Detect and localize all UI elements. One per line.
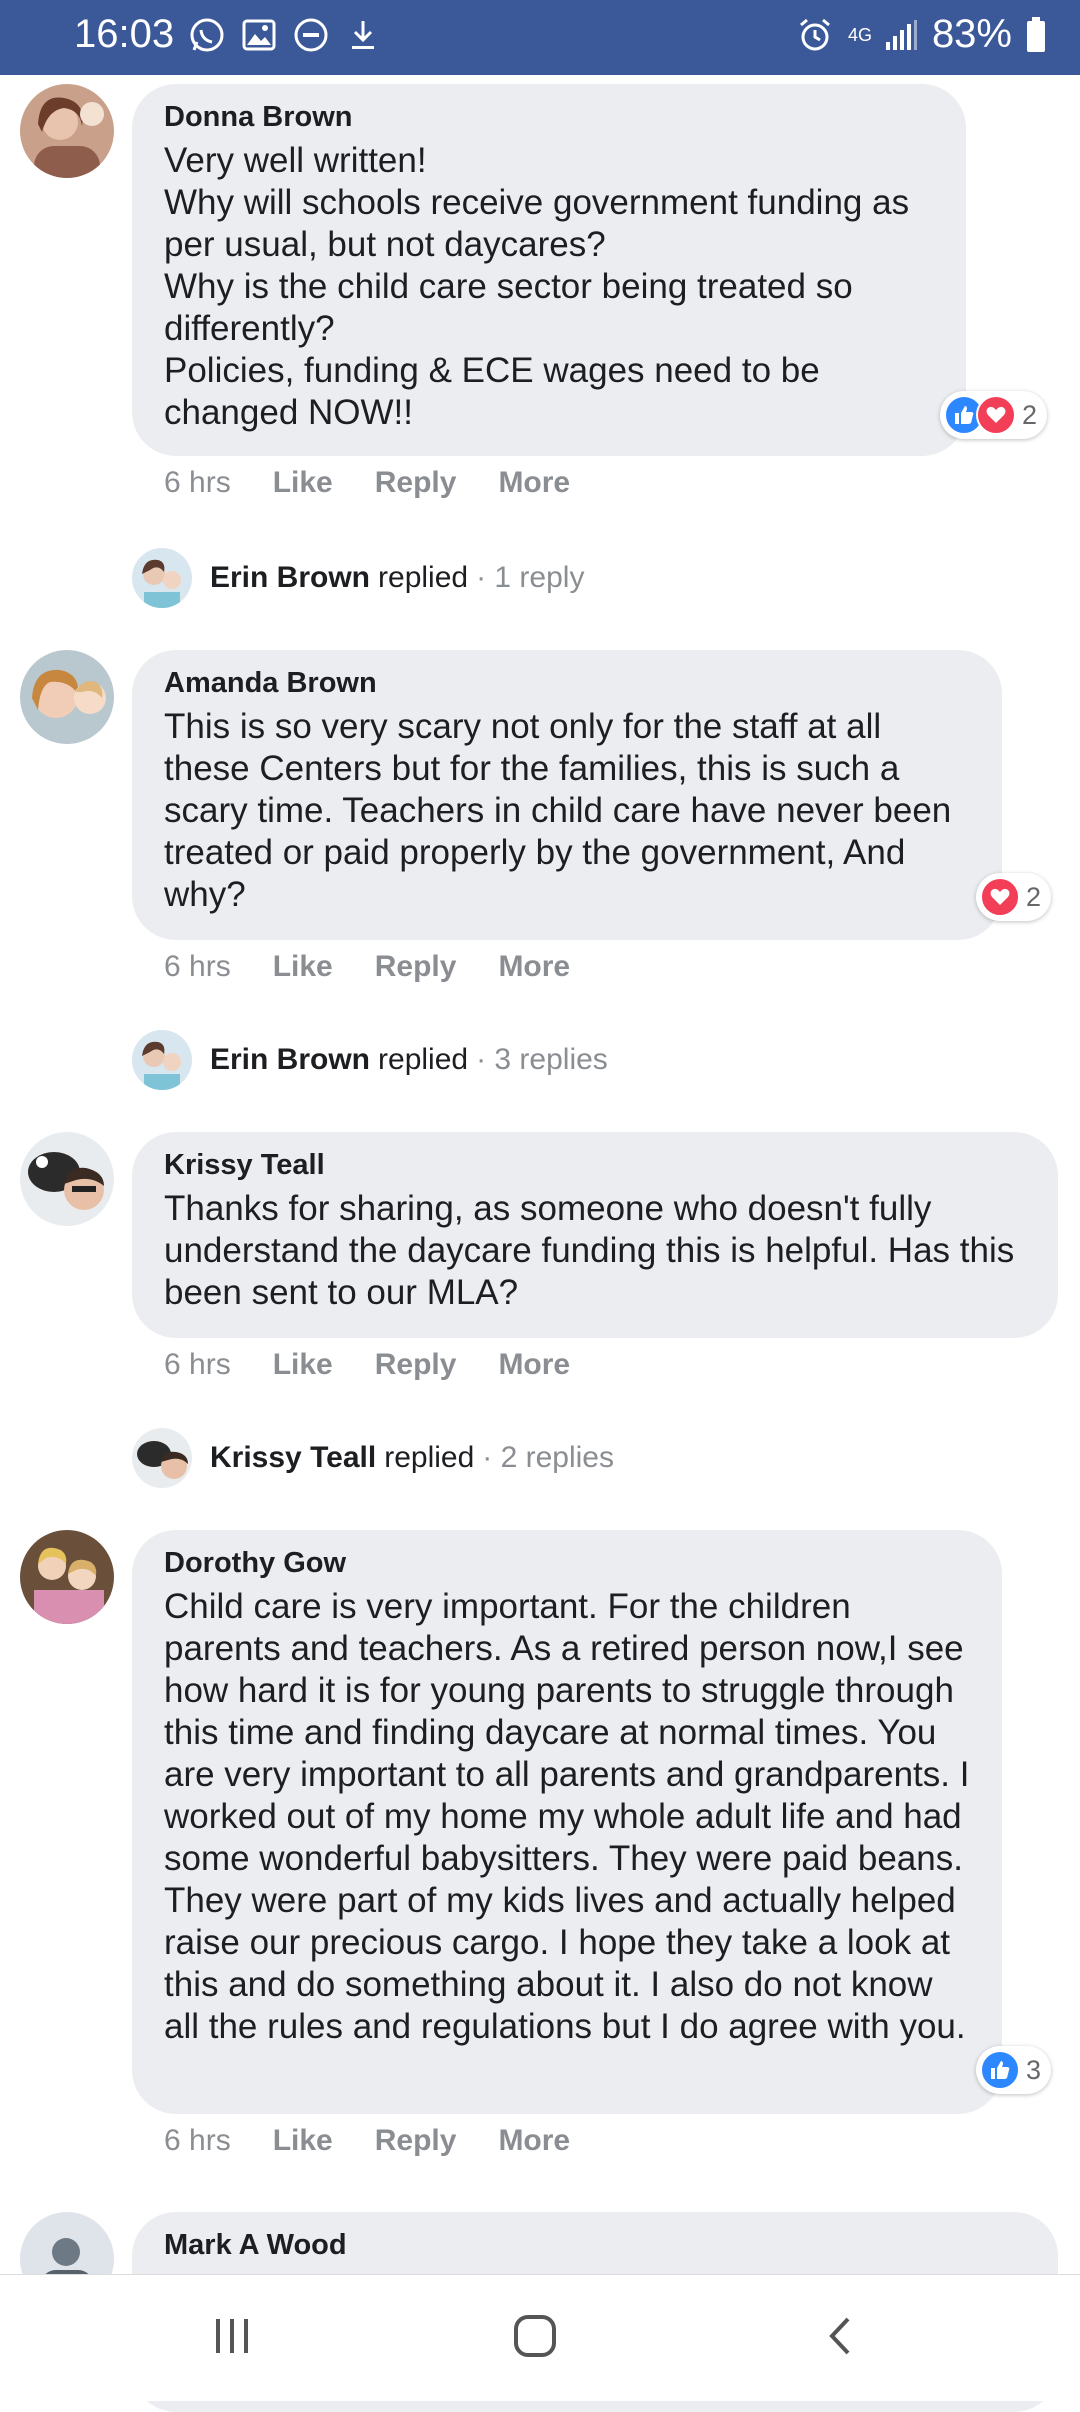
system-navigation-bar [0,2274,1080,2401]
more-button[interactable]: More [498,1348,570,1382]
battery-percentage: 83% [931,12,1012,56]
more-button[interactable]: More [498,950,570,984]
comment-author[interactable]: Mark A Wood [164,2226,1026,2264]
like-reaction-icon [980,2050,1020,2090]
reply-button[interactable]: Reply [375,1348,457,1382]
reaction-count: 2 [1022,399,1038,430]
comment-author[interactable]: Dorothy Gow [164,1544,970,1582]
reaction-summary[interactable]: 2 [940,391,1048,439]
comment-bubble[interactable]: Krissy Teall Thanks for sharing, as some… [132,1132,1058,1338]
more-button[interactable]: More [498,2124,570,2158]
reply-count[interactable]: · 1 reply [476,561,584,595]
comment-text: Thanks for sharing, as someone who doesn… [164,1189,1015,1312]
reply-author[interactable]: Erin Brown [210,561,370,595]
reaction-count: 3 [1026,2054,1042,2085]
reply-verb: replied [378,561,469,594]
comment-text: Child care is very important. For the ch… [164,1587,970,2046]
comment-actions: 6 hrs Like Reply More [164,466,612,500]
comment-actions: 6 hrs Like Reply More [164,950,612,984]
love-reaction-icon [980,877,1020,917]
view-replies-link[interactable]: Krissy Teall replied · 2 replies [132,1428,614,1488]
comment-author[interactable]: Donna Brown [164,98,934,136]
do-not-disturb-icon [292,16,330,54]
like-button[interactable]: Like [273,950,333,984]
avatar-krissy-teall[interactable] [20,1132,114,1226]
avatar-krissy-teall-small [132,1428,192,1488]
avatar-erin-brown [132,1030,192,1090]
comment-text: This is so very scary not only for the s… [164,707,952,914]
comment-actions: 6 hrs Like Reply More [164,2124,612,2158]
reply-button[interactable]: Reply [375,466,457,500]
love-reaction-icon [976,395,1016,435]
reply-author[interactable]: Krissy Teall [210,1441,376,1475]
comment-timestamp: 6 hrs [164,2124,231,2157]
battery-icon [1026,16,1046,53]
comment-timestamp: 6 hrs [164,1348,231,1381]
comment-author[interactable]: Amanda Brown [164,664,970,702]
avatar-erin-brown [132,548,192,608]
reply-button[interactable]: Reply [375,2124,457,2158]
home-icon[interactable] [512,2313,558,2364]
back-icon[interactable] [818,2313,864,2364]
reply-count[interactable]: · 2 replies [482,1441,614,1475]
network-type-label: 4G [847,24,872,45]
status-time: 16:03 [74,12,175,56]
reply-count[interactable]: · 3 replies [476,1043,608,1077]
whatsapp-icon [188,16,226,54]
recent-apps-icon[interactable] [210,2313,256,2364]
reaction-summary[interactable]: 2 [976,873,1052,921]
comment-actions: 6 hrs Like Reply More [164,1348,612,1382]
status-bar: 16:03 4G 83% [0,0,1080,75]
reply-verb: replied [384,1441,475,1474]
avatar-donna-brown[interactable] [20,84,114,178]
comment-timestamp: 6 hrs [164,466,231,499]
avatar-amanda-brown[interactable] [20,650,114,744]
more-button[interactable]: More [498,466,570,500]
comment-timestamp: 6 hrs [164,950,231,983]
like-button[interactable]: Like [273,1348,333,1382]
reaction-count: 2 [1026,881,1042,912]
comment-author[interactable]: Krissy Teall [164,1146,1026,1184]
view-replies-link[interactable]: Erin Brown replied · 3 replies [132,1030,608,1090]
view-replies-link[interactable]: Erin Brown replied · 1 reply [132,548,584,608]
comment-bubble[interactable]: Donna Brown Very well written! Why will … [132,84,966,456]
reply-verb: replied [378,1043,469,1076]
reply-author[interactable]: Erin Brown [210,1043,370,1077]
like-button[interactable]: Like [273,466,333,500]
reply-button[interactable]: Reply [375,950,457,984]
gallery-icon [240,16,278,54]
like-button[interactable]: Like [273,2124,333,2158]
comment-text: Very well written! Why will schools rece… [164,141,910,432]
comment-bubble[interactable]: Amanda Brown This is so very scary not o… [132,650,1002,940]
signal-icon [884,18,918,52]
alarm-icon [796,16,834,54]
reaction-summary[interactable]: 3 [976,2046,1052,2094]
comment-bubble[interactable]: Dorothy Gow Child care is very important… [132,1530,1002,2114]
download-icon [344,16,382,54]
avatar-dorothy-gow[interactable] [20,1530,114,1624]
